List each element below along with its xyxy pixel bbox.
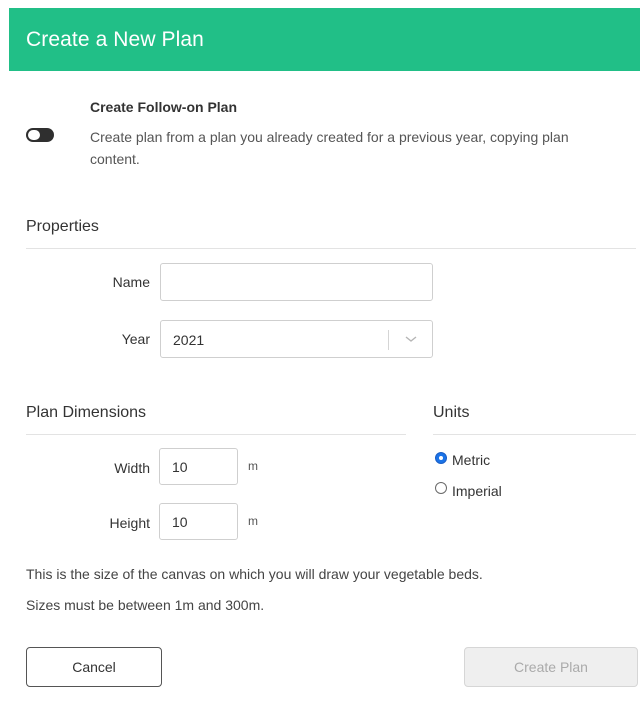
properties-heading: Properties (26, 218, 99, 235)
metric-radio[interactable] (435, 452, 447, 464)
create-plan-dialog: Create a New Plan Create Follow-on Plan … (0, 0, 640, 709)
imperial-radio-label[interactable]: Imperial (452, 483, 502, 499)
year-select-value: 2021 (173, 332, 205, 348)
plan-dimensions-heading: Plan Dimensions (26, 404, 147, 421)
units-divider (433, 434, 636, 435)
chevron-down-icon[interactable] (404, 334, 418, 344)
width-label: Width (114, 460, 150, 476)
create-plan-button[interactable]: Create Plan (464, 647, 638, 687)
cancel-button[interactable]: Cancel (26, 647, 162, 687)
width-input[interactable] (159, 448, 238, 485)
height-unit: m (248, 514, 258, 528)
dimensions-divider (26, 434, 406, 435)
toggle-knob (28, 130, 40, 140)
metric-radio-label[interactable]: Metric (452, 452, 490, 468)
follow-on-toggle[interactable] (26, 128, 54, 142)
year-label: Year (121, 331, 150, 347)
properties-divider (26, 248, 636, 249)
width-unit: m (248, 459, 258, 473)
name-input[interactable] (160, 263, 433, 301)
size-range-info: Sizes must be between 1m and 300m. (26, 597, 265, 613)
height-label: Height (109, 515, 150, 531)
units-heading: Units (433, 404, 470, 421)
follow-on-title: Create Follow-on Plan (90, 99, 238, 115)
follow-on-description: Create plan from a plan you already crea… (90, 129, 569, 167)
name-label: Name (112, 274, 150, 290)
imperial-radio[interactable] (435, 482, 447, 494)
canvas-size-info: This is the size of the canvas on which … (26, 566, 483, 582)
select-separator (388, 330, 389, 350)
dialog-title: Create a New Plan (26, 28, 204, 51)
year-select[interactable]: 2021 (160, 320, 433, 358)
height-input[interactable] (159, 503, 238, 540)
dialog-header: Create a New Plan (9, 8, 640, 71)
